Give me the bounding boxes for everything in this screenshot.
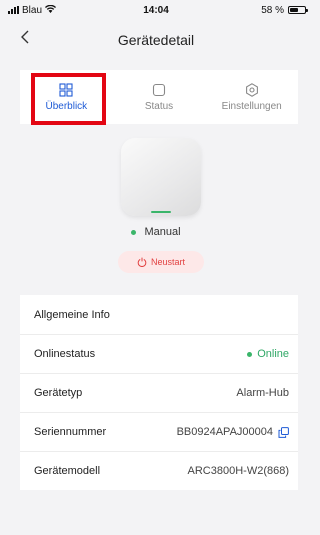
device-mode: Manual [0,225,312,239]
device-image [121,138,201,216]
row-label: Gerätetyp [34,387,83,399]
info-row-device-model: Gerätemodell ARC3800H-W2(868) [20,451,298,490]
restart-label: Neustart [150,257,185,267]
row-value: Online [257,348,289,360]
section-title: Allgemeine Info [34,308,110,321]
tab-status[interactable]: Status [113,70,206,124]
hexagon-settings-icon [245,82,259,97]
battery-icon [288,6,308,14]
square-icon [152,83,166,97]
info-section-header: Allgemeine Info [20,295,298,334]
back-button[interactable] [14,28,36,50]
battery-percent: 58 % [261,4,284,16]
row-label: Onlinestatus [34,348,96,360]
info-row-serial-number: Seriennummer BB0924APAJ00004 [20,412,298,451]
chevron-left-icon [20,30,30,49]
power-icon [137,257,147,267]
info-row-device-type: Gerätetyp Alarm-Hub [20,373,298,412]
mode-label: Manual [144,226,181,238]
row-label: Gerätemodell [34,465,101,477]
nav-header: Gerätedetail [0,22,312,58]
online-status-value: Online [247,348,289,360]
row-label: Seriennummer [34,426,107,438]
copy-icon[interactable] [278,426,289,438]
serial-number-value: BB0924APAJ00004 [177,426,289,438]
row-value: BB0924APAJ00004 [176,426,273,438]
status-bar: Blau 14:04 58 % [0,0,312,20]
row-value: ARC3800H-W2(868) [187,465,289,477]
signal-icon [8,6,19,14]
info-row-online-status: Onlinestatus Online [20,334,298,373]
wifi-icon [45,4,57,16]
info-card: Allgemeine Info Onlinestatus Online Gerä… [20,295,298,490]
tab-label: Status [144,100,174,112]
row-value: Alarm-Hub [236,387,289,399]
online-dot [247,351,253,357]
status-left: Blau [8,4,57,16]
tab-settings[interactable]: Einstellungen [205,70,298,124]
tab-label: Einstellungen [221,100,282,112]
restart-button[interactable]: Neustart [118,251,204,273]
device-led [151,211,171,213]
carrier-label: Blau [22,4,43,16]
page-title: Gerätedetail [117,32,195,48]
status-right: 58 % [261,4,308,16]
mode-status-dot [131,229,137,235]
highlight-box [31,73,106,125]
